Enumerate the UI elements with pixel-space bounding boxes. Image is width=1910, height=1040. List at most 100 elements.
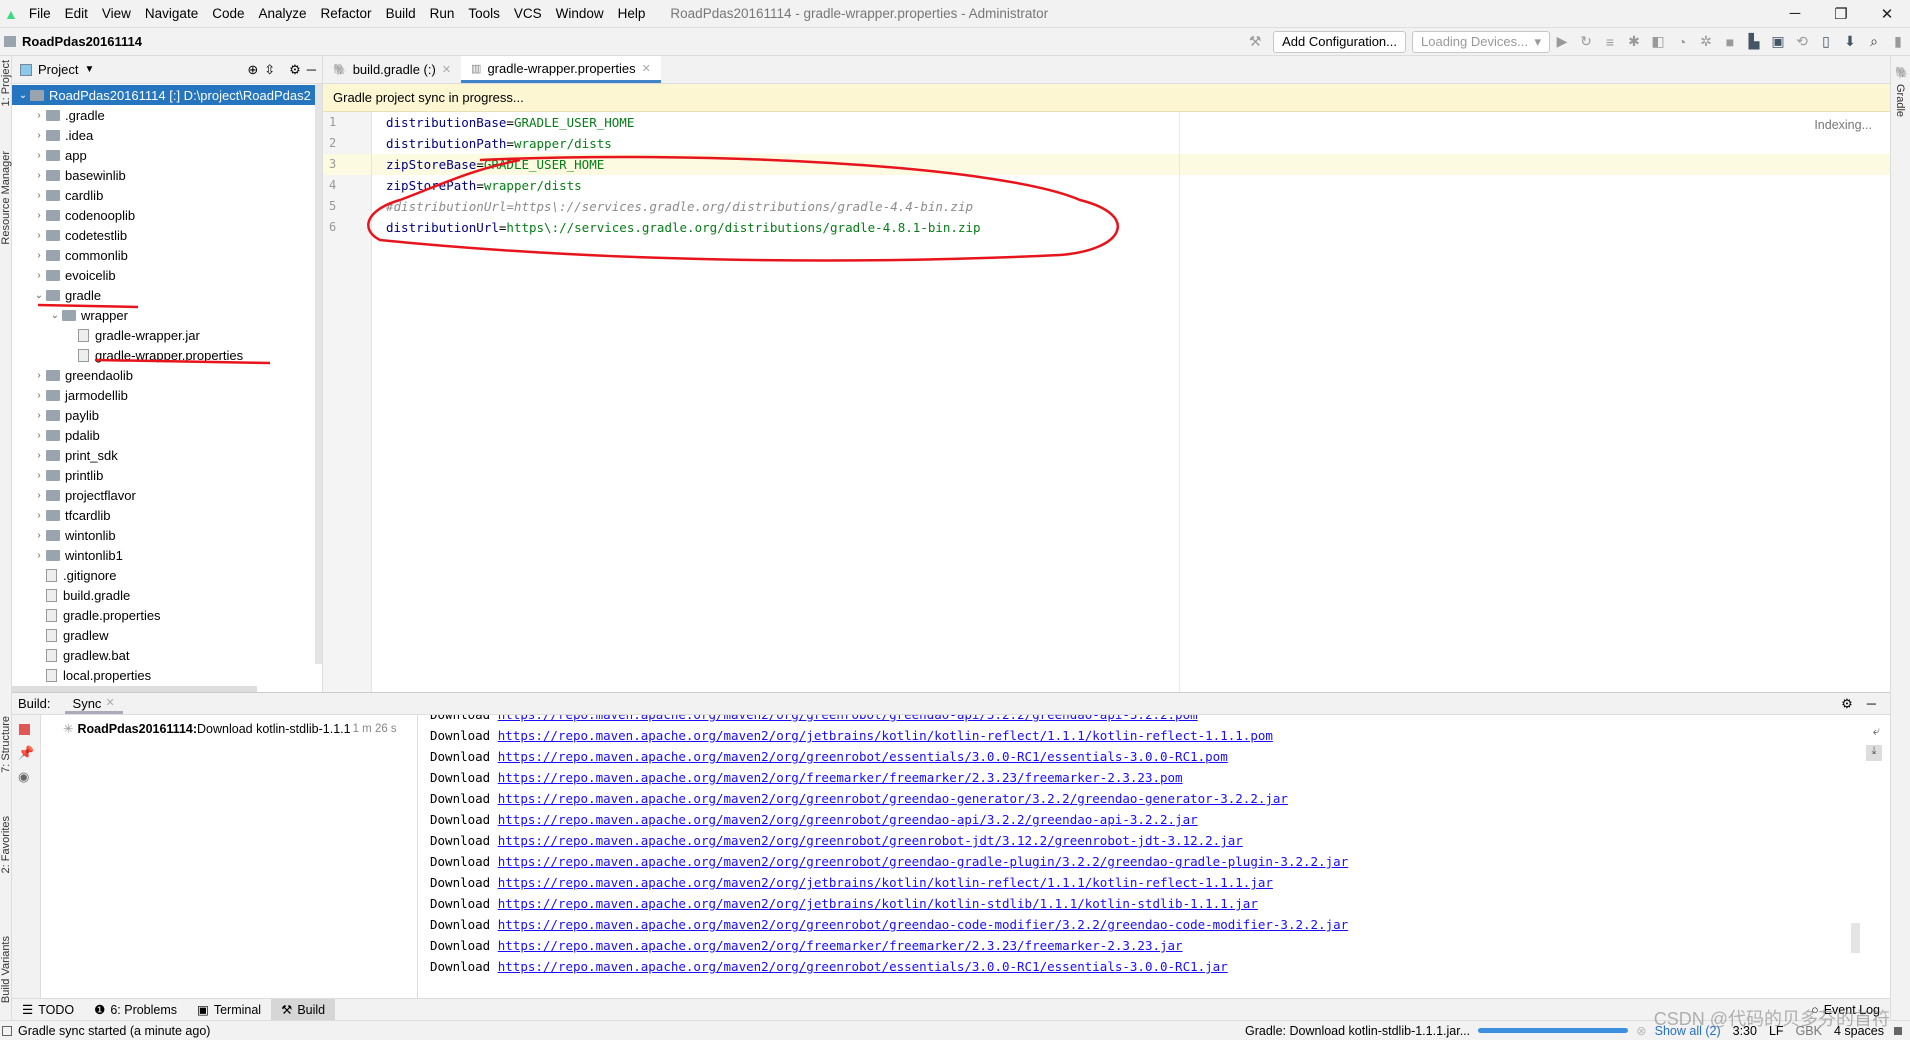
chevron-right-icon[interactable]: › [32, 390, 46, 401]
menu-code[interactable]: Code [205, 6, 251, 21]
download-link[interactable]: https://repo.maven.apache.org/maven2/org… [498, 770, 1183, 785]
tab-sync[interactable]: Sync ✕ [64, 694, 123, 714]
code-line[interactable]: distributionPath=wrapper/dists [372, 133, 1890, 154]
tree-item[interactable]: › wintonlib [12, 525, 322, 545]
tree-item[interactable]: › app [12, 145, 322, 165]
tree-item[interactable]: gradle-wrapper.jar [12, 325, 322, 345]
tree-item[interactable]: › paylib [12, 405, 322, 425]
chevron-right-icon[interactable]: › [32, 510, 46, 521]
attach-debugger-icon[interactable]: ✲ [1694, 33, 1718, 50]
breadcrumb-project[interactable]: RoadPdas20161114 [22, 34, 142, 49]
tree-item[interactable]: › basewinlib [12, 165, 322, 185]
download-link[interactable]: https://repo.maven.apache.org/maven2/org… [498, 749, 1228, 764]
chevron-down-icon[interactable]: ⌄ [48, 310, 62, 321]
profile-icon[interactable]: ◔ [1670, 34, 1694, 50]
locate-icon[interactable]: ⊕ [247, 62, 258, 78]
vertical-scrollbar[interactable] [315, 84, 322, 664]
chevron-down-icon[interactable]: ▼ [84, 64, 94, 75]
minimize-button[interactable]: ─ [1772, 5, 1818, 22]
favorites-tool-tab[interactable]: 2: Favorites [0, 816, 12, 873]
tree-item[interactable]: ⌄ RoadPdas20161114 [:] D:\project\RoadPda… [12, 85, 322, 105]
code-line[interactable]: #distributionUrl=https\://services.gradl… [372, 196, 1890, 217]
gradle-tool-tab[interactable]: Gradle [1894, 84, 1906, 117]
tree-item[interactable]: › pdalib [12, 425, 322, 445]
sync-gradle-icon[interactable]: ⟲ [1790, 33, 1814, 50]
memory-indicator-icon[interactable] [1894, 1026, 1902, 1035]
tool-window-problems[interactable]: ❶ 6: Problems [84, 999, 187, 1021]
code-line[interactable]: zipStoreBase=GRADLE_USER_HOME [372, 154, 1890, 175]
menu-vcs[interactable]: VCS [507, 6, 549, 21]
code-line[interactable]: distributionUrl=https\://services.gradle… [372, 217, 1890, 238]
chevron-right-icon[interactable]: › [32, 370, 46, 381]
stop-icon[interactable]: ■ [1718, 34, 1742, 50]
apply-code-changes-icon[interactable]: ≡ [1598, 34, 1622, 50]
download-link[interactable]: https://repo.maven.apache.org/maven2/org… [498, 875, 1273, 890]
download-link[interactable]: https://repo.maven.apache.org/maven2/org… [498, 896, 1258, 911]
menu-edit[interactable]: Edit [58, 6, 95, 21]
chevron-down-icon[interactable]: ⌄ [32, 290, 46, 301]
tree-item[interactable]: gradlew [12, 625, 322, 645]
layout-inspector-icon[interactable]: ▣ [1766, 33, 1790, 50]
resource-manager-tool-tab[interactable]: Resource Manager [0, 151, 12, 245]
tool-window-terminal[interactable]: ▣ Terminal [187, 999, 271, 1021]
status-toggle-icon[interactable] [2, 1025, 12, 1036]
tree-item[interactable]: › codenooplib [12, 205, 322, 225]
menu-file[interactable]: File [22, 6, 58, 21]
tree-item[interactable]: gradlew.bat [12, 645, 322, 665]
background-task[interactable]: Gradle: Download kotlin-stdlib-1.1.1.jar… [1245, 1024, 1470, 1038]
download-link[interactable]: https://repo.maven.apache.org/maven2/org… [498, 715, 1198, 722]
close-button[interactable]: ✕ [1864, 5, 1910, 23]
download-link[interactable]: https://repo.maven.apache.org/maven2/org… [498, 938, 1183, 953]
chevron-right-icon[interactable]: › [32, 210, 46, 221]
menu-refactor[interactable]: Refactor [314, 6, 379, 21]
tab-gradle-wrapper-properties[interactable]: ▥ gradle-wrapper.properties ✕ [461, 56, 661, 83]
code-line[interactable]: distributionBase=GRADLE_USER_HOME [372, 112, 1890, 133]
close-icon[interactable]: ✕ [105, 696, 114, 711]
run-icon[interactable]: ▶ [1550, 33, 1574, 50]
tree-item[interactable]: › .idea [12, 125, 322, 145]
eye-icon[interactable]: ◉ [18, 769, 40, 785]
download-link[interactable]: https://repo.maven.apache.org/maven2/org… [498, 812, 1198, 827]
tree-item[interactable]: › cardlib [12, 185, 322, 205]
chevron-right-icon[interactable]: › [32, 130, 46, 141]
tree-item[interactable]: ⌄ gradle [12, 285, 322, 305]
tab-build-gradle[interactable]: 🐘 build.gradle (:) ✕ [323, 56, 461, 83]
close-icon[interactable]: ✕ [642, 62, 651, 75]
menu-analyze[interactable]: Analyze [252, 6, 314, 21]
menu-build[interactable]: Build [379, 6, 423, 21]
hide-icon[interactable]: ─ [1867, 696, 1876, 711]
code-area[interactable]: distributionBase=GRADLE_USER_HOME distrib… [372, 112, 1890, 692]
chevron-right-icon[interactable]: › [32, 170, 46, 181]
tree-item[interactable]: ⌄ wrapper [12, 305, 322, 325]
apply-changes-icon[interactable]: ↻ [1574, 33, 1598, 50]
chevron-right-icon[interactable]: › [32, 150, 46, 161]
download-link[interactable]: https://repo.maven.apache.org/maven2/org… [498, 854, 1348, 869]
menu-window[interactable]: Window [549, 6, 611, 21]
tree-item[interactable]: › jarmodellib [12, 385, 322, 405]
code-line[interactable]: zipStorePath=wrapper/dists [372, 175, 1890, 196]
project-tool-tab[interactable]: 1: Project [0, 60, 12, 106]
project-structure-icon[interactable]: ▙ [1742, 33, 1766, 50]
tree-item[interactable]: local.properties [12, 665, 322, 685]
project-view-selector[interactable]: Project [38, 62, 78, 77]
tree-item[interactable]: › projectflavor [12, 485, 322, 505]
download-link[interactable]: https://repo.maven.apache.org/maven2/org… [498, 728, 1273, 743]
search-icon[interactable]: ⌕ [1862, 33, 1886, 50]
download-link[interactable]: https://repo.maven.apache.org/maven2/org… [498, 959, 1228, 974]
chevron-right-icon[interactable]: › [32, 450, 46, 461]
tree-item[interactable]: › print_sdk [12, 445, 322, 465]
chevron-right-icon[interactable]: › [32, 410, 46, 421]
tree-item[interactable]: gradle.properties [12, 605, 322, 625]
coverage-icon[interactable]: ◧ [1646, 33, 1670, 50]
download-link[interactable]: https://repo.maven.apache.org/maven2/org… [498, 833, 1243, 848]
tool-window-todo[interactable]: ☰ TODO [12, 999, 84, 1021]
sdk-manager-icon[interactable]: ⬇ [1838, 33, 1862, 50]
cancel-task-icon[interactable]: ⊗ [1636, 1023, 1646, 1038]
tree-item[interactable]: › .gradle [12, 105, 322, 125]
account-icon[interactable]: ▮ [1886, 33, 1910, 50]
structure-tool-tab[interactable]: 7: Structure [0, 716, 12, 773]
gear-icon[interactable]: ⚙ [289, 62, 301, 78]
scroll-to-end-icon[interactable]: ⤓ [1866, 745, 1882, 761]
chevron-right-icon[interactable]: › [32, 530, 46, 541]
pin-icon[interactable]: 📌 [18, 745, 40, 761]
